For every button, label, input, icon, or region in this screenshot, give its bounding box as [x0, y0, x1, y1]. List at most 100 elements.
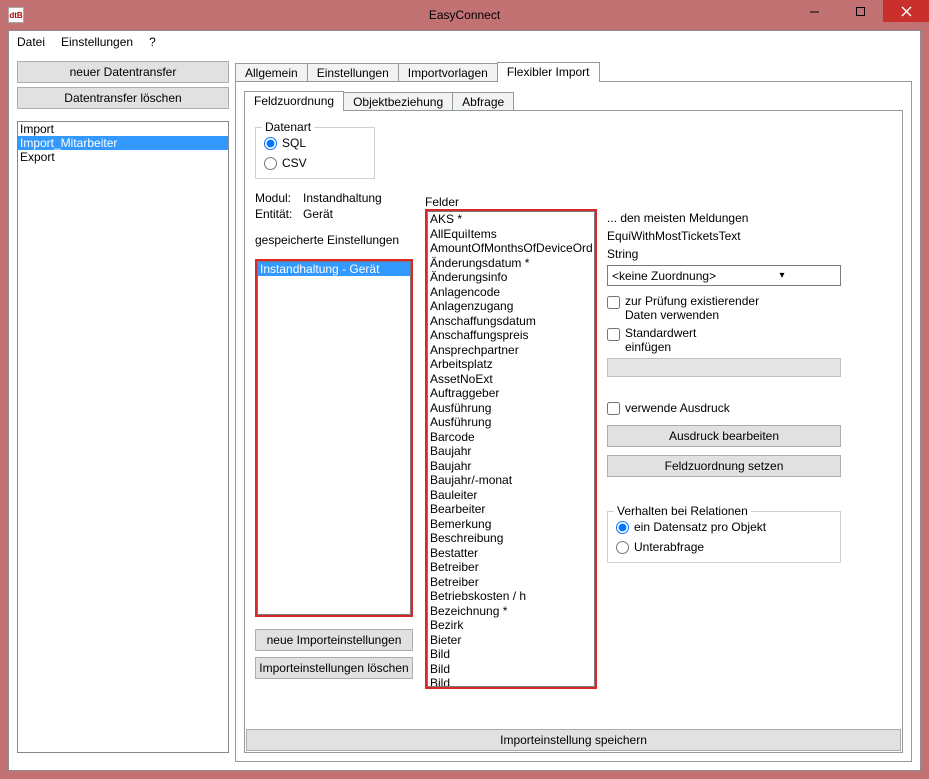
felder-list-item[interactable]: Barcode: [428, 430, 594, 445]
relation-opt1-radio[interactable]: ein Datensatz pro Objekt: [616, 520, 832, 534]
felder-list-item[interactable]: Bezirk: [428, 618, 594, 633]
check-standardwert[interactable]: Standardwert einfügen: [607, 326, 847, 354]
felder-list-item[interactable]: AKS *: [428, 212, 594, 227]
menu-settings[interactable]: Einstellungen: [61, 35, 133, 49]
felder-list-item[interactable]: Ausführung: [428, 401, 594, 416]
window-maximize-button[interactable]: [837, 0, 883, 22]
felder-list-item[interactable]: Bieter: [428, 633, 594, 648]
mapping-info-line1: ... den meisten Meldungen: [607, 211, 847, 225]
datenart-csv-radio[interactable]: CSV: [264, 156, 366, 170]
menu-bar: Datei Einstellungen ?: [9, 31, 920, 53]
felder-list-item[interactable]: Beschreibung: [428, 531, 594, 546]
datenart-groupbox: Datenart SQL CSV: [255, 127, 375, 179]
datenart-sql-radio[interactable]: SQL: [264, 136, 366, 150]
felder-list-item[interactable]: Arbeitsplatz: [428, 357, 594, 372]
check-pruefung[interactable]: zur Prüfung existierender Daten verwende…: [607, 294, 847, 322]
felder-list-item[interactable]: Ausführung: [428, 415, 594, 430]
felder-list-item[interactable]: AllEquiItems: [428, 227, 594, 242]
check-standardwert-label: Standardwert einfügen: [625, 326, 696, 354]
felder-list-item[interactable]: Ansprechpartner: [428, 343, 594, 358]
felder-list-item[interactable]: Betriebskosten / h: [428, 589, 594, 604]
check-pruefung-label-l2: Daten verwenden: [625, 308, 719, 322]
felder-list-item[interactable]: Bestatter: [428, 546, 594, 561]
felder-list-item[interactable]: Bild: [428, 647, 594, 662]
felder-list-item[interactable]: Baujahr: [428, 444, 594, 459]
felder-list-item[interactable]: Anschaffungspreis: [428, 328, 594, 343]
outer-tab[interactable]: Importvorlagen: [398, 63, 498, 82]
mapping-dropdown[interactable]: <keine Zuordnung> ▾: [607, 265, 841, 286]
felder-list-item[interactable]: Bemerkung: [428, 517, 594, 532]
outer-tab[interactable]: Flexibler Import: [497, 62, 600, 82]
inner-tab[interactable]: Feldzuordnung: [244, 91, 344, 111]
felder-list-item[interactable]: Baujahr: [428, 459, 594, 474]
left-panel: neuer Datentransfer Datentransfer lösche…: [17, 61, 229, 762]
felder-list-item[interactable]: Anlagenzugang: [428, 299, 594, 314]
felder-list-item[interactable]: AmountOfMonthsOfDeviceOrd: [428, 241, 594, 256]
felder-list-item[interactable]: Änderungsdatum *: [428, 256, 594, 271]
felder-list-item[interactable]: Betreiber: [428, 560, 594, 575]
check-standardwert-label-l1: Standardwert: [625, 326, 696, 340]
check-ausdruck-input[interactable]: [607, 402, 620, 415]
delete-import-settings-button[interactable]: Importeinstellungen löschen: [255, 657, 413, 679]
new-import-settings-button[interactable]: neue Importeinstellungen: [255, 629, 413, 651]
transfer-list-item[interactable]: Export: [18, 150, 228, 164]
outer-tab[interactable]: Einstellungen: [307, 63, 399, 82]
mapping-info-line3: String: [607, 247, 847, 261]
relation-opt1-input[interactable]: [616, 521, 629, 534]
save-import-settings-button[interactable]: Importeinstellung speichern: [246, 729, 901, 751]
outer-tab[interactable]: Allgemein: [235, 63, 308, 82]
relation-opt2-radio[interactable]: Unterabfrage: [616, 540, 832, 554]
inner-tab-content: Datenart SQL CSV: [244, 110, 903, 753]
relation-opt2-input[interactable]: [616, 541, 629, 554]
felder-list-item[interactable]: Änderungsinfo: [428, 270, 594, 285]
menu-file[interactable]: Datei: [17, 35, 45, 49]
transfer-list-item[interactable]: Import_Mitarbeiter: [18, 136, 228, 150]
felder-list-item[interactable]: Bearbeiter: [428, 502, 594, 517]
app-icon: dtB: [8, 7, 24, 23]
felder-list-item[interactable]: Bild: [428, 662, 594, 677]
felder-list-item[interactable]: Bauleiter: [428, 488, 594, 503]
minimize-icon: [809, 6, 820, 17]
inner-tab[interactable]: Objektbeziehung: [343, 92, 453, 111]
felder-list-item[interactable]: Betreiber: [428, 575, 594, 590]
felder-list-item[interactable]: Anlagencode: [428, 285, 594, 300]
check-ausdruck[interactable]: verwende Ausdruck: [607, 401, 847, 415]
outer-tabstrip: AllgemeinEinstellungenImportvorlagenFlex…: [235, 61, 912, 82]
datenart-csv-input[interactable]: [264, 157, 277, 170]
felder-list-item[interactable]: Bild: [428, 676, 594, 687]
window-close-button[interactable]: [883, 0, 929, 22]
window-titlebar: dtB EasyConnect: [0, 0, 929, 30]
datenart-sql-input[interactable]: [264, 137, 277, 150]
entity-value: Gerät: [303, 207, 415, 221]
felder-list-item[interactable]: Auftraggeber: [428, 386, 594, 401]
inner-tab[interactable]: Abfrage: [452, 92, 514, 111]
window-minimize-button[interactable]: [791, 0, 837, 22]
felder-list-item[interactable]: Bezeichnung *: [428, 604, 594, 619]
menu-help[interactable]: ?: [149, 35, 156, 49]
felder-list-item[interactable]: Anschaffungsdatum: [428, 314, 594, 329]
transfer-list-item[interactable]: Import: [18, 122, 228, 136]
transfer-listbox[interactable]: ImportImport_MitarbeiterExport: [17, 121, 229, 753]
close-icon: [901, 6, 912, 17]
felder-list-item[interactable]: AssetNoExt: [428, 372, 594, 387]
new-transfer-button[interactable]: neuer Datentransfer: [17, 61, 229, 83]
datenart-csv-label: CSV: [282, 156, 307, 170]
check-pruefung-label: zur Prüfung existierender Daten verwende…: [625, 294, 759, 322]
check-standardwert-input[interactable]: [607, 328, 620, 341]
right-panel: AllgemeinEinstellungenImportvorlagenFlex…: [235, 61, 912, 762]
saved-settings-item[interactable]: Instandhaltung - Gerät: [258, 262, 410, 276]
check-pruefung-input[interactable]: [607, 296, 620, 309]
datenart-sql-label: SQL: [282, 136, 306, 150]
felder-list-item[interactable]: Baujahr/-monat: [428, 473, 594, 488]
relation-legend: Verhalten bei Relationen: [614, 504, 751, 518]
felder-listbox[interactable]: AKS *AllEquiItemsAmountOfMonthsOfDeviceO…: [427, 211, 595, 687]
saved-settings-listbox[interactable]: Instandhaltung - Gerät: [257, 261, 411, 615]
client-area: Datei Einstellungen ? neuer Datentransfe…: [8, 30, 921, 771]
relation-groupbox: Verhalten bei Relationen ein Datensatz p…: [607, 511, 841, 563]
window-title: EasyConnect: [429, 8, 500, 22]
set-field-mapping-button[interactable]: Feldzuordnung setzen: [607, 455, 841, 477]
default-value-input-disabled: [607, 358, 841, 377]
relation-opt2-label: Unterabfrage: [634, 540, 704, 554]
edit-expression-button[interactable]: Ausdruck bearbeiten: [607, 425, 841, 447]
delete-transfer-button[interactable]: Datentransfer löschen: [17, 87, 229, 109]
